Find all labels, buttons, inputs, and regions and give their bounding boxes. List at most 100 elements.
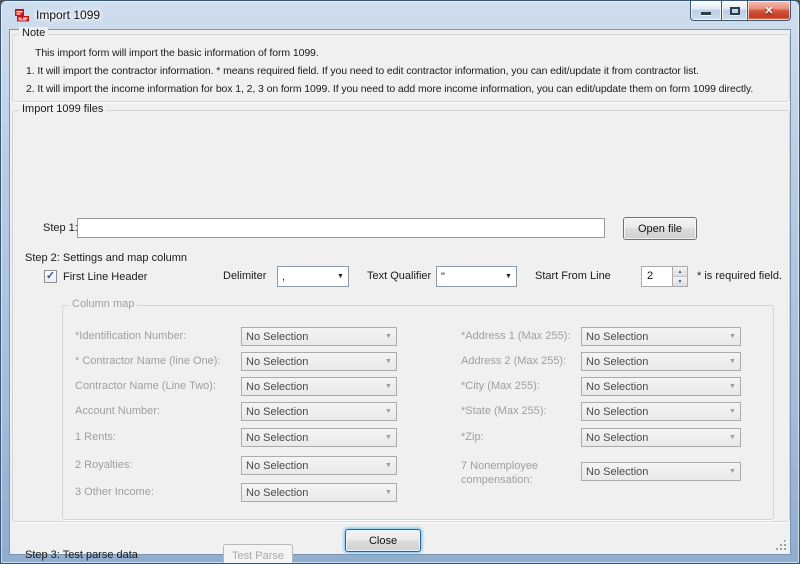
required-field-note: * is required field. [697,270,782,282]
dialog-client-area: Note This import form will import the ba… [9,29,791,555]
maximize-button[interactable] [721,1,747,21]
resize-grip-icon[interactable] [775,539,787,551]
select-value: No Selection [242,406,381,418]
step3-label: Step 3: Test parse data [25,549,138,561]
checkmark-icon: ✓ [46,271,55,282]
minimize-button[interactable] [690,1,721,21]
select-value: No Selection [242,381,381,393]
open-file-button[interactable]: Open file [623,217,697,240]
note-line-1: 1. It will import the contractor informa… [26,65,699,77]
chevron-down-icon: ▼ [381,358,396,365]
field-label-contractor-name-two: Contractor Name (Line Two): [75,380,216,392]
chevron-down-icon: ▼ [333,273,348,280]
app-icon [14,7,30,23]
select-value: No Selection [582,406,725,418]
start-from-line-value: 2 [642,267,672,286]
select-value: No Selection [242,356,381,368]
rents-select: No Selection ▼ [241,428,397,447]
file-path-input[interactable] [77,218,605,238]
step1-label: Step 1: [43,222,78,234]
chevron-down-icon: ▼ [725,468,740,475]
import-files-groupbox: Import 1099 files Step 1: Open file Step… [12,110,790,522]
column-map-title: Column map [69,298,137,310]
select-value: No Selection [242,432,381,444]
chevron-down-icon: ▼ [725,434,740,441]
field-label-state: *State (Max 255): [461,405,547,417]
note-line-0: This import form will import the basic i… [35,47,319,59]
step2-label: Step 2: Settings and map column [25,252,187,264]
text-qualifier-value: " [437,271,501,283]
maximize-icon [730,7,740,15]
contractor-name-one-select: No Selection ▼ [241,352,397,371]
open-file-button-label: Open file [638,223,682,235]
field-label-nonemployee-compensation: 7 Nonemployee compensation: [461,459,573,487]
chevron-down-icon: ▼ [381,489,396,496]
chevron-down-icon: ▼ [725,358,740,365]
field-label-other-income: 3 Other Income: [75,486,154,498]
close-window-button[interactable]: ✕ [747,1,791,21]
chevron-down-icon: ▼ [381,434,396,441]
import-1099-dialog: Import 1099 ✕ Note This import form will… [0,0,800,564]
field-label-royalties: 2 Royalties: [75,459,132,471]
stepper-down-button[interactable]: ▼ [673,277,687,286]
field-label-address1: *Address 1 (Max 255): [461,330,570,342]
chevron-down-icon: ▼ [381,462,396,469]
select-value: No Selection [242,460,381,472]
chevron-down-icon: ▼ [381,383,396,390]
field-label-rents: 1 Rents: [75,431,116,443]
first-line-header-checkbox[interactable]: ✓ [44,270,57,283]
chevron-down-icon: ▼ [725,333,740,340]
select-value: No Selection [582,356,725,368]
field-label-zip: *Zip: [461,431,484,443]
address2-select: No Selection ▼ [581,352,741,371]
select-value: No Selection [582,331,725,343]
select-value: No Selection [582,432,725,444]
royalties-select: No Selection ▼ [241,456,397,475]
test-parse-button-label: Test Parse [232,550,284,562]
delimiter-value: , [278,271,333,283]
import-group-title: Import 1099 files [19,103,106,115]
close-button[interactable]: Close [345,529,421,552]
chevron-down-icon: ▼ [501,273,516,280]
start-from-line-label: Start From Line [535,270,611,282]
chevron-down-icon: ▼ [725,408,740,415]
city-select: No Selection ▼ [581,377,741,396]
field-label-account-number: Account Number: [75,405,160,417]
nonemployee-compensation-select: No Selection ▼ [581,462,741,481]
title-bar[interactable]: Import 1099 ✕ [1,1,799,29]
start-from-line-stepper[interactable]: 2 ▲ ▼ [641,266,688,287]
note-groupbox: Note This import form will import the ba… [12,34,790,102]
field-label-contractor-name-one: * Contractor Name (line One): [75,355,221,367]
delimiter-select[interactable]: , ▼ [277,266,349,287]
chevron-down-icon: ▼ [381,333,396,340]
address1-select: No Selection ▼ [581,327,741,346]
up-arrow-icon: ▲ [678,269,683,275]
field-label-city: *City (Max 255): [461,380,540,392]
account-number-select: No Selection ▼ [241,402,397,421]
column-map-groupbox: Column map *Identification Number: No Se… [62,305,774,520]
note-group-title: Note [19,27,48,39]
delimiter-label: Delimiter [223,270,266,282]
minimize-icon [701,12,711,15]
window-title: Import 1099 [36,8,100,22]
chevron-down-icon: ▼ [381,408,396,415]
field-label-identification-number: *Identification Number: [75,330,186,342]
other-income-select: No Selection ▼ [241,483,397,502]
state-select: No Selection ▼ [581,402,741,421]
close-icon: ✕ [764,2,773,20]
test-parse-button: Test Parse [223,544,293,564]
select-value: No Selection [242,487,381,499]
identification-number-select: No Selection ▼ [241,327,397,346]
select-value: No Selection [582,381,725,393]
chevron-down-icon: ▼ [725,383,740,390]
note-line-2: 2. It will import the income information… [26,83,753,95]
zip-select: No Selection ▼ [581,428,741,447]
select-value: No Selection [582,466,725,478]
select-value: No Selection [242,331,381,343]
stepper-buttons: ▲ ▼ [672,267,687,286]
contractor-name-two-select: No Selection ▼ [241,377,397,396]
text-qualifier-select[interactable]: " ▼ [436,266,517,287]
stepper-up-button[interactable]: ▲ [673,267,687,277]
close-button-label: Close [369,535,397,547]
down-arrow-icon: ▼ [678,279,683,285]
